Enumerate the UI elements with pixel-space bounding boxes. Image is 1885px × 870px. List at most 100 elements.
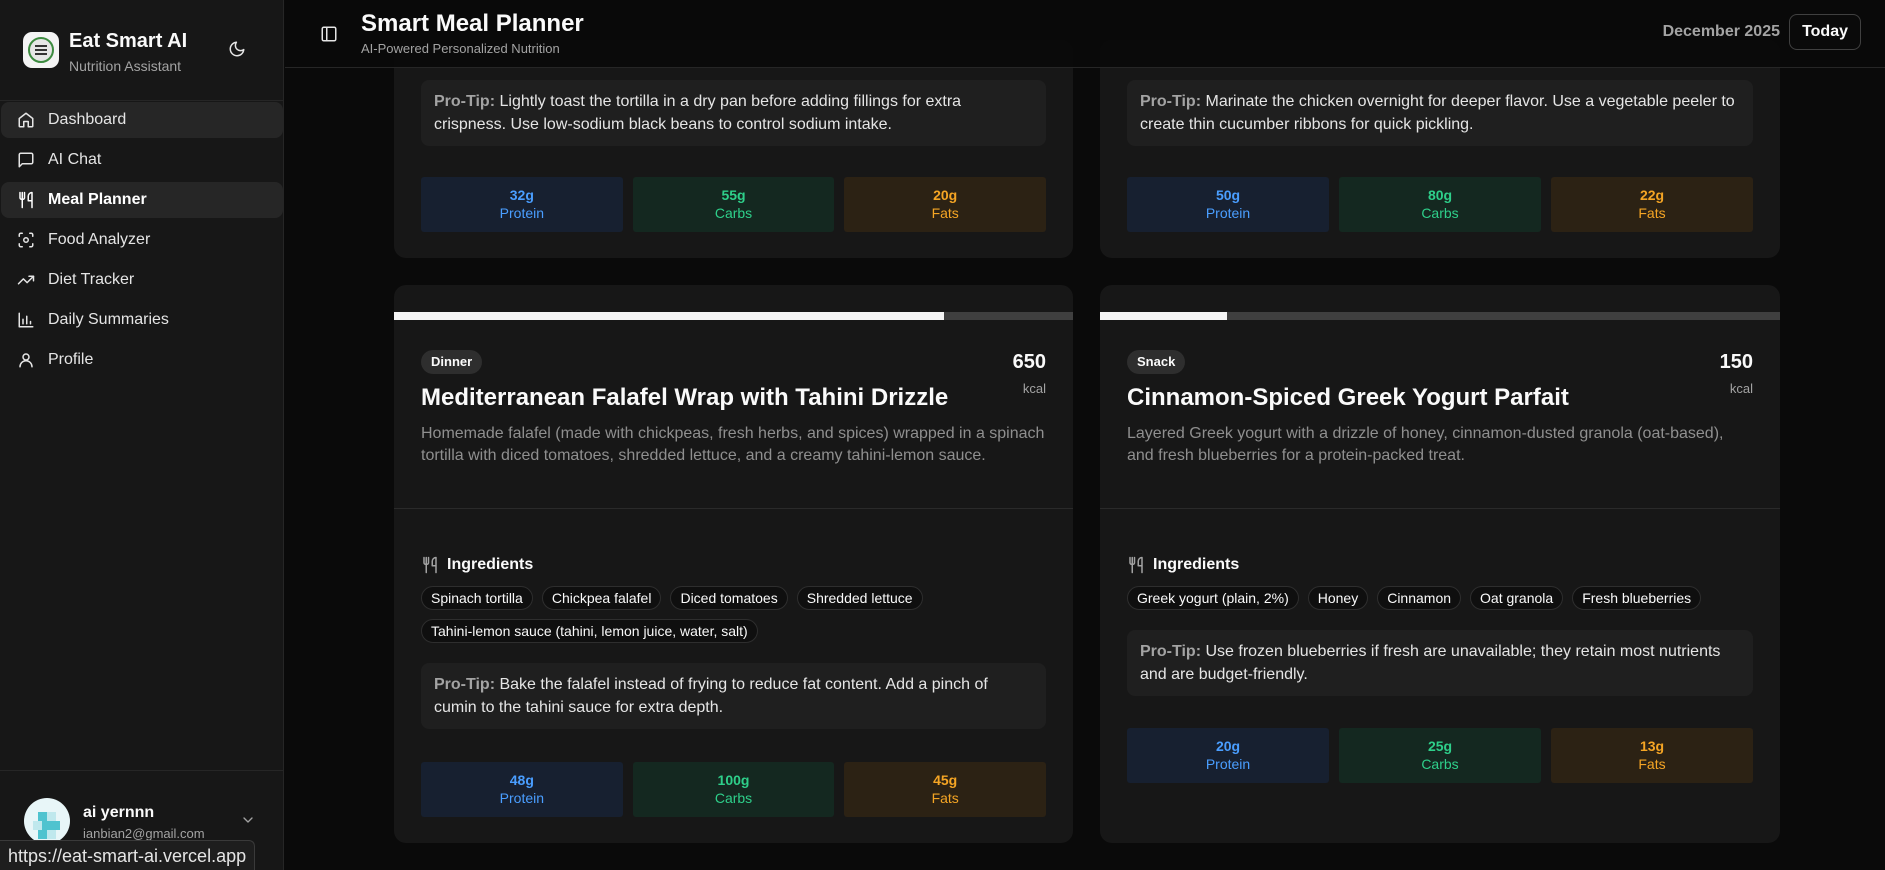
user-email: ianbian2@gmail.com (83, 826, 205, 841)
ingredient-chip: Tahini-lemon sauce (tahini, lemon juice,… (421, 619, 758, 643)
user-icon (16, 350, 36, 370)
sidebar-item-diet-tracker[interactable]: Diet Tracker (1, 262, 283, 298)
macro-label: Carbs (714, 790, 753, 806)
macro-protein: 32g Protein (421, 177, 623, 232)
avatar (24, 798, 70, 844)
macro-carbs: 55g Carbs (632, 177, 835, 232)
meal-title: Cinnamon-Spiced Greek Yogurt Parfait (1127, 384, 1569, 411)
macro-label: Fats (931, 790, 959, 806)
macro-protein: 50g Protein (1127, 177, 1329, 232)
meal-type-badge: Snack (1127, 350, 1186, 374)
today-button[interactable]: Today (1789, 14, 1861, 50)
macro-protein: 48g Protein (421, 762, 623, 817)
card-divider (1100, 508, 1780, 509)
macro-value: 45g (933, 772, 958, 788)
macro-fats: 13g Fats (1551, 728, 1753, 783)
macro-fats: 20g Fats (844, 177, 1047, 232)
scan-icon (16, 230, 36, 250)
macro-label: Protein (499, 205, 545, 221)
meal-description: Homemade falafel (made with chickpeas, f… (421, 425, 1045, 464)
ingredient-list: Greek yogurt (plain, 2%) Honey Cinnamon … (1127, 586, 1753, 610)
sidebar-item-profile[interactable]: Profile (1, 342, 283, 378)
ingredient-list: Spinach tortilla Chickpea falafel Diced … (421, 586, 1046, 643)
pro-tip-label: Pro-Tip: (1140, 93, 1202, 110)
sidebar-item-meal-planner[interactable]: Meal Planner (1, 182, 283, 218)
ingredient-chip: Spinach tortilla (421, 586, 533, 610)
macro-value: 25g (1427, 738, 1453, 754)
meal-title: Mediterranean Falafel Wrap with Tahini D… (421, 384, 949, 411)
macro-value: 55g (721, 187, 746, 203)
panel-left-icon (321, 26, 337, 42)
chat-icon (16, 150, 36, 170)
pro-tip-text: Bake the falafel instead of frying to re… (434, 676, 988, 716)
user-menu[interactable]: ai yernnn ianbian2@gmail.com (24, 796, 264, 846)
link-preview-url: https://eat-smart-ai.vercel.app (0, 840, 256, 870)
macro-value: 80g (1427, 187, 1453, 203)
calorie-progress-fill (1100, 312, 1228, 320)
macro-value: 100g (717, 772, 750, 788)
sidebar-divider (0, 770, 284, 771)
sidebar-divider (0, 100, 284, 101)
macro-value: 20g (1215, 738, 1241, 754)
bar-chart-icon (16, 310, 36, 330)
pro-tip: Pro-Tip: Use frozen blueberries if fresh… (1127, 630, 1753, 696)
meal-description: Layered Greek yogurt with a drizzle of h… (1127, 425, 1724, 464)
utensils-icon (16, 190, 36, 210)
macro-value: 48g (509, 772, 534, 788)
macro-value: 50g (1215, 187, 1241, 203)
pro-tip-text: Lightly toast the tortilla in a dry pan … (434, 93, 962, 133)
pro-tip-label: Pro-Tip: (434, 676, 496, 693)
sidebar: Eat Smart AI Nutrition Assistant Dashboa… (0, 0, 284, 870)
sidebar-toggle-button[interactable] (317, 22, 341, 46)
ingredients-label: Ingredients (1153, 556, 1240, 573)
current-month: December 2025 (1662, 23, 1780, 40)
utensils-icon (1129, 556, 1143, 574)
meal-type-badge: Dinner (421, 350, 483, 374)
sidebar-item-label: Daily Summaries (48, 311, 169, 328)
macro-label: Carbs (714, 205, 753, 221)
macro-label: Protein (1205, 756, 1251, 772)
macro-fats: 22g Fats (1551, 177, 1753, 232)
macro-value: 22g (1639, 187, 1665, 203)
sidebar-item-daily-summaries[interactable]: Daily Summaries (1, 302, 283, 338)
sidebar-item-food-analyzer[interactable]: Food Analyzer (1, 222, 283, 258)
pro-tip-label: Pro-Tip: (434, 93, 496, 110)
ingredient-chip: Cinnamon (1377, 586, 1462, 610)
calorie-value: 150 (1719, 351, 1753, 373)
ingredient-chip: Fresh blueberries (1572, 586, 1702, 610)
ingredient-chip: Greek yogurt (plain, 2%) (1127, 586, 1299, 610)
macro-protein: 20g Protein (1127, 728, 1329, 783)
macro-value: 13g (1639, 738, 1665, 754)
pro-tip: Pro-Tip: Bake the falafel instead of fry… (421, 663, 1046, 729)
calorie-unit: kcal (1729, 381, 1753, 396)
calorie-value: 650 (1012, 351, 1046, 373)
sidebar-item-dashboard[interactable]: Dashboard (1, 102, 283, 138)
macro-summary: 48g Protein 100g Carbs 45g Fats (421, 762, 1047, 817)
ingredients-label: Ingredients (447, 556, 534, 573)
utensils-icon (423, 556, 437, 574)
ingredient-chip: Chickpea falafel (541, 586, 662, 610)
meal-card: Pro-Tip: Lightly toast the tortilla in a… (394, 40, 1073, 258)
ingredient-chip: Shredded lettuce (796, 586, 923, 610)
macro-carbs: 100g Carbs (632, 762, 835, 817)
calorie-unit: kcal (1022, 381, 1046, 396)
macro-carbs: 25g Carbs (1339, 728, 1541, 783)
macro-label: Fats (931, 205, 959, 221)
user-name: ai yernnn (83, 804, 155, 821)
sidebar-nav: Dashboard AI Chat Meal Planner Food Anal… (0, 102, 284, 382)
meal-card-dinner: Dinner 650 kcal Mediterranean Falafel Wr… (394, 285, 1073, 843)
chevron-down-icon[interactable] (238, 810, 258, 830)
sidebar-item-ai-chat[interactable]: AI Chat (1, 142, 283, 178)
theme-toggle-button[interactable] (224, 36, 250, 62)
ingredient-chip: Oat granola (1470, 586, 1564, 610)
calorie-progress-bar (394, 312, 1073, 320)
macro-summary: 50g Protein 80g Carbs 22g Fats (1127, 177, 1753, 232)
app-subtitle: Nutrition Assistant (69, 58, 182, 74)
pro-tip-text: Use frozen blueberries if fresh are unav… (1140, 643, 1721, 683)
sidebar-item-label: Diet Tracker (48, 271, 135, 288)
sidebar-item-label: AI Chat (48, 151, 102, 168)
ingredient-chip: Honey (1307, 586, 1369, 610)
moon-icon (229, 41, 245, 57)
calorie-progress-bar (1100, 312, 1780, 320)
macro-summary: 32g Protein 55g Carbs 20g Fats (421, 177, 1047, 232)
